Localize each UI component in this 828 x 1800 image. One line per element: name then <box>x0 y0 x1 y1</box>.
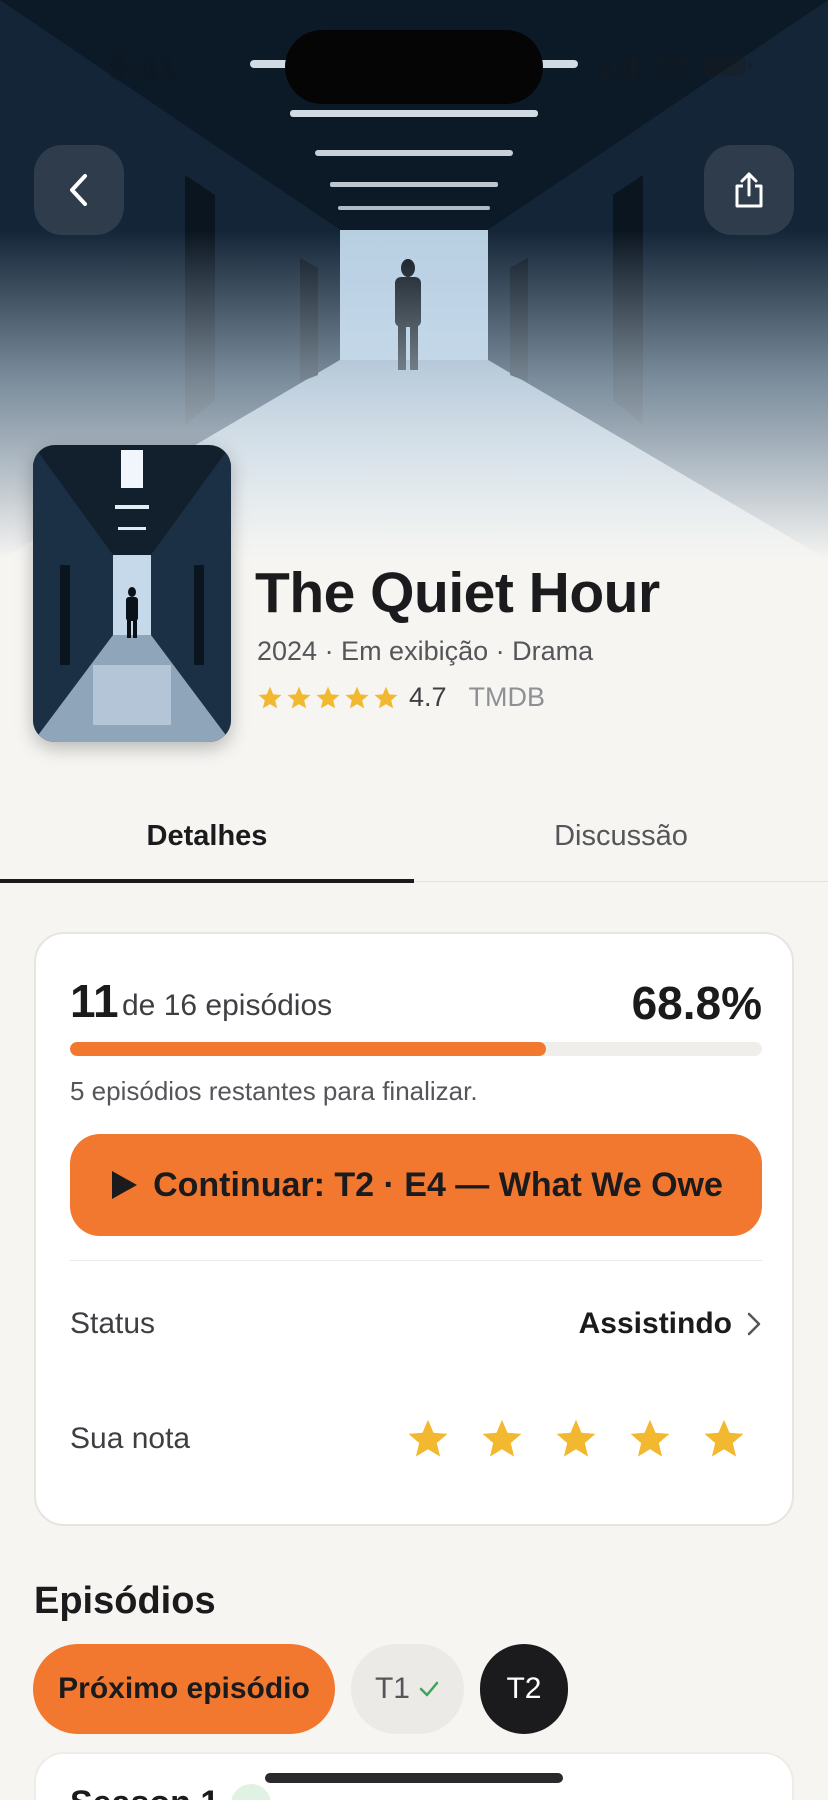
show-poster <box>33 445 231 742</box>
user-rating-row: Sua nota <box>70 1399 762 1479</box>
continue-watching-label: Continuar: T2 · E4 — What We Owe <box>153 1165 723 1204</box>
chip-season-1[interactable]: T1 <box>351 1644 464 1734</box>
show-title: The Quiet Hour <box>255 561 660 625</box>
user-rating-label: Sua nota <box>70 1422 191 1455</box>
star-icon <box>345 686 369 708</box>
progress-card: 11 de 16 episódios 68.8% 5 episódios res… <box>34 932 794 1526</box>
dynamic-island <box>285 30 543 104</box>
star-icon[interactable] <box>702 1417 746 1461</box>
share-button[interactable] <box>704 145 794 235</box>
back-button[interactable] <box>34 145 124 235</box>
star-icon <box>287 686 311 708</box>
tab-details[interactable]: Detalhes <box>0 790 414 882</box>
rating-source: TMDB <box>468 682 546 712</box>
status-bar: 9:41 <box>0 0 828 120</box>
chip-next-episode[interactable]: Próximo episódio <box>33 1644 335 1734</box>
status-label: Status <box>70 1307 156 1340</box>
total-episodes-label: de 16 episódios <box>122 989 333 1022</box>
tab-bar: Detalhes Discussão <box>0 790 828 883</box>
continue-watching-button[interactable]: Continuar: T2 · E4 — What We Owe <box>70 1134 762 1236</box>
star-icon[interactable] <box>554 1417 598 1461</box>
check-icon <box>419 1681 439 1697</box>
rating-value: 4.7 <box>409 682 447 712</box>
progress-percent: 68.8% <box>631 977 762 1029</box>
wifi-icon <box>655 54 689 77</box>
chevron-right-icon <box>747 1312 761 1336</box>
status-selector[interactable]: Assistindo <box>579 1307 762 1341</box>
user-rating-stars[interactable] <box>406 1417 746 1461</box>
rating-stars <box>257 685 399 711</box>
star-icon <box>258 686 282 708</box>
progress-bar <box>70 1042 762 1056</box>
tab-active-indicator <box>0 879 414 883</box>
chip-season-2[interactable]: T2 <box>480 1644 568 1734</box>
remaining-episodes: 5 episódios restantes para finalizar. <box>70 1076 478 1106</box>
show-meta: 2024 · Em exibição · Drama <box>257 636 594 666</box>
progress-bar-fill <box>70 1042 547 1056</box>
signal-icon <box>601 54 637 78</box>
season-complete-check-icon <box>231 1784 271 1800</box>
watched-count: 11 <box>70 975 119 1027</box>
season-chips: Próximo episódio T1 T2 <box>33 1644 568 1734</box>
status-row[interactable]: Status Assistindo <box>70 1284 762 1364</box>
show-detail-screen: 9:41 The Quiet Hour 2024 · Em exibição ·… <box>0 0 828 1800</box>
chip-season-1-label: T1 <box>374 1672 410 1705</box>
tab-discussion[interactable]: Discussão <box>414 790 828 882</box>
progress-header: 11 de 16 episódios 68.8% <box>70 974 762 1034</box>
poster-image <box>33 445 231 742</box>
star-icon <box>316 686 340 708</box>
chevron-left-icon <box>70 174 87 206</box>
battery-icon <box>704 56 752 76</box>
home-indicator <box>265 1773 563 1783</box>
share-icon <box>735 172 763 208</box>
divider <box>70 1260 762 1261</box>
status-value: Assistindo <box>578 1307 732 1340</box>
star-icon[interactable] <box>406 1417 450 1461</box>
star-icon <box>374 686 398 708</box>
play-icon <box>112 1171 138 1199</box>
status-time: 9:41 <box>108 50 179 88</box>
episodes-heading: Episódios <box>34 1580 216 1622</box>
community-rating: 4.7 TMDB <box>257 682 545 713</box>
star-icon[interactable] <box>628 1417 672 1461</box>
status-icons <box>601 54 753 78</box>
season-title: Season 1 <box>70 1784 219 1800</box>
star-icon[interactable] <box>480 1417 524 1461</box>
